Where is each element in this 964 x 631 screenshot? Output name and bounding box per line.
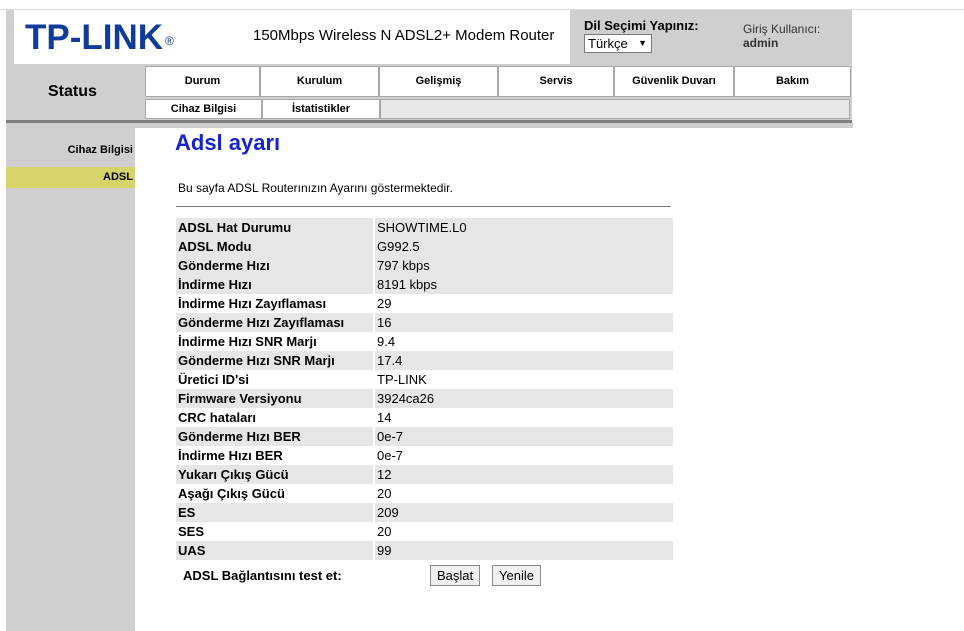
table-row: İndirme Hızı SNR Marjı 9.4 (176, 332, 673, 351)
tab-bakim[interactable]: Bakım (734, 66, 851, 97)
language-select[interactable]: Türkçe ▼ (584, 34, 652, 53)
model-name: 150Mbps Wireless N ADSL2+ Modem Router (253, 27, 555, 44)
row-label: Firmware Versiyonu (176, 389, 375, 408)
row-label: İndirme Hızı Zayıflaması (176, 294, 375, 313)
user-label: Giriş Kullanıcı: (743, 22, 821, 36)
row-label: Üretici ID'si (176, 370, 375, 389)
row-label: Yukarı Çıkış Gücü (176, 465, 375, 484)
tab-gelismis[interactable]: Gelişmiş (379, 66, 498, 97)
row-value: 0e-7 (375, 446, 673, 465)
tp-link-logo: TP-LINK ® (25, 18, 174, 57)
section-title: Status (48, 83, 97, 100)
table-row: İndirme Hızı 8191 kbps (176, 275, 673, 294)
router-admin-page: TP-LINK ® 150Mbps Wireless N ADSL2+ Modem… (0, 0, 964, 631)
subtab-bar-fill (380, 99, 850, 119)
tab-durum[interactable]: Durum (145, 66, 260, 97)
row-label: Gönderme Hızı (176, 256, 375, 275)
table-row: UAS 99 (176, 541, 673, 560)
row-value: 17.4 (375, 351, 673, 370)
start-button[interactable]: Başlat (430, 565, 481, 586)
row-value: 8191 kbps (375, 275, 673, 294)
table-row: Gönderme Hızı BER 0e-7 (176, 427, 673, 446)
row-value: 20 (375, 484, 673, 503)
table-row: ES 209 (176, 503, 673, 522)
row-value: 3924ca26 (375, 389, 673, 408)
table-row: SES 20 (176, 522, 673, 541)
row-label: Aşağı Çıkış Gücü (176, 484, 375, 503)
row-value: 9.4 (375, 332, 673, 351)
sidebar (6, 123, 135, 631)
row-label: Gönderme Hızı BER (176, 427, 375, 446)
row-value: 14 (375, 408, 673, 427)
table-row: Gönderme Hızı 797 kbps (176, 256, 673, 275)
adsl-test-label: ADSL Bağlantısını test et: (183, 568, 342, 583)
table-row: Yukarı Çıkış Gücü 12 (176, 465, 673, 484)
table-row: Gönderme Hızı Zayıflaması 16 (176, 313, 673, 332)
row-value: TP-LINK (375, 370, 673, 389)
row-value: 209 (375, 503, 673, 522)
row-value: 99 (375, 541, 673, 560)
row-value: 16 (375, 313, 673, 332)
row-label: SES (176, 522, 375, 541)
adsl-info-table: ADSL Hat Durumu SHOWTIME.L0 ADSL Modu G992… (176, 218, 673, 560)
subtab-cihaz-bilgisi[interactable]: Cihaz Bilgisi (145, 99, 262, 119)
row-value: 0e-7 (375, 427, 673, 446)
sidebar-item-adsl[interactable]: ADSL (6, 167, 135, 188)
subtab-istatistikler[interactable]: İstatistikler (262, 99, 380, 119)
table-row: İndirme Hızı BER 0e-7 (176, 446, 673, 465)
row-value: 797 kbps (375, 256, 673, 275)
table-row: Gönderme Hızı SNR Marjı 17.4 (176, 351, 673, 370)
table-row: Üretici ID'si TP-LINK (176, 370, 673, 389)
divider (176, 206, 671, 207)
sidebar-item-cihaz-bilgisi[interactable]: Cihaz Bilgisi (6, 140, 135, 161)
row-label: ADSL Hat Durumu (176, 218, 375, 237)
row-label: İndirme Hızı BER (176, 446, 375, 465)
language-value: Türkçe (588, 36, 628, 51)
page-title: Adsl ayarı (175, 130, 281, 155)
row-label: ADSL Modu (176, 237, 375, 256)
row-label: İndirme Hızı (176, 275, 375, 294)
page-description: Bu sayfa ADSL Routerınızın Ayarını göste… (178, 181, 453, 195)
dropdown-arrow-icon: ▼ (638, 38, 647, 48)
row-value: 20 (375, 522, 673, 541)
table-row: ADSL Hat Durumu SHOWTIME.L0 (176, 218, 673, 237)
table-row: CRC hataları 14 (176, 408, 673, 427)
content-top-border (135, 123, 853, 128)
table-row: Firmware Versiyonu 3924ca26 (176, 389, 673, 408)
table-row: ADSL Modu G992.5 (176, 237, 673, 256)
row-label: ES (176, 503, 375, 522)
tab-guvenlik-duvari[interactable]: Güvenlik Duvarı (614, 66, 734, 97)
row-value: 12 (375, 465, 673, 484)
row-label: Gönderme Hızı Zayıflaması (176, 313, 375, 332)
row-value: 29 (375, 294, 673, 313)
table-row: Aşağı Çıkış Gücü 20 (176, 484, 673, 503)
row-label: İndirme Hızı SNR Marjı (176, 332, 375, 351)
row-label: CRC hataları (176, 408, 375, 427)
row-value: SHOWTIME.L0 (375, 218, 673, 237)
row-value: G992.5 (375, 237, 673, 256)
row-label: Gönderme Hızı SNR Marjı (176, 351, 375, 370)
tab-kurulum[interactable]: Kurulum (260, 66, 379, 97)
language-label: Dil Seçimi Yapınız: (584, 18, 699, 33)
tab-servis[interactable]: Servis (498, 66, 614, 97)
table-row: İndirme Hızı Zayıflaması 29 (176, 294, 673, 313)
row-label: UAS (176, 541, 375, 560)
refresh-button[interactable]: Yenile (492, 565, 541, 586)
user-name: admin (743, 36, 779, 50)
